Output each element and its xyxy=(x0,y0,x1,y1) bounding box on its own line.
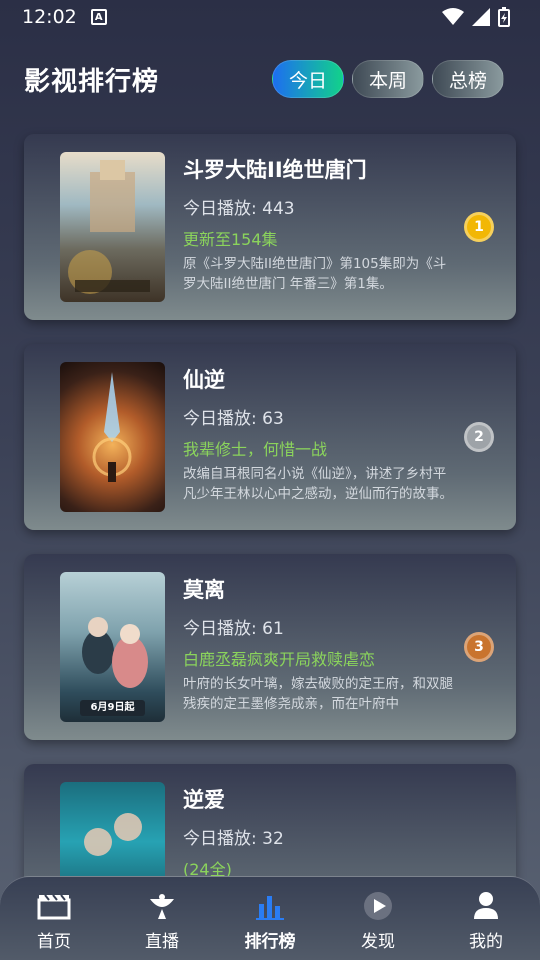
tab-week[interactable]: 本周 xyxy=(352,60,424,98)
rank-badge: 1 xyxy=(464,212,494,242)
play-count: 今日播放: 443 xyxy=(183,199,295,219)
bottom-nav: 首页 直播 排行榜 发现 我的 xyxy=(0,876,540,960)
nav-ranking[interactable]: 排行榜 xyxy=(225,889,315,952)
wifi-icon xyxy=(442,8,464,25)
nav-label: 发现 xyxy=(361,932,395,952)
play-circle-icon xyxy=(362,889,394,923)
rank-badge: 2 xyxy=(464,422,494,452)
ranking-card[interactable]: 仙逆 今日播放: 63 我辈修士，何惜一战 改编自耳根同名小说《仙逆》，讲述了乡… xyxy=(24,344,516,530)
poster-caption: 6月9日起 xyxy=(90,702,135,713)
play-count: 今日播放: 61 xyxy=(183,619,284,639)
person-icon xyxy=(472,889,500,923)
poster-image xyxy=(60,362,165,512)
status-bar: 12:02 A xyxy=(0,0,540,34)
tab-all-time[interactable]: 总榜 xyxy=(432,60,504,98)
status-time: 12:02 xyxy=(22,6,77,28)
header: 影视排行榜 今日 本周 总榜 xyxy=(0,34,540,124)
notification-a-icon: A xyxy=(90,9,107,25)
page-title: 影视排行榜 xyxy=(24,66,160,97)
show-description: 原《斗罗大陆II绝世唐门》第105集即为《斗罗大陆II绝世唐门 年番三》第1集。 xyxy=(183,256,447,292)
signal-icon xyxy=(472,8,490,26)
show-title: 斗罗大陆II绝世唐门 xyxy=(183,158,367,182)
nav-live[interactable]: 直播 xyxy=(117,889,207,952)
update-status: 我辈修士，何惜一战 xyxy=(183,440,328,459)
poster-image xyxy=(60,152,165,302)
nav-home[interactable]: 首页 xyxy=(9,889,99,952)
battery-icon xyxy=(498,7,510,27)
update-status: 更新至154集 xyxy=(183,230,278,249)
satellite-dish-icon xyxy=(146,889,178,923)
nav-discover[interactable]: 发现 xyxy=(333,889,423,952)
show-title: 仙逆 xyxy=(183,368,225,392)
nav-label: 排行榜 xyxy=(244,932,296,952)
nav-label: 我的 xyxy=(469,932,503,952)
ranking-card[interactable]: 斗罗大陆II绝世唐门 今日播放: 443 更新至154集 原《斗罗大陆II绝世唐… xyxy=(24,134,516,320)
bar-chart-icon xyxy=(255,889,285,923)
nav-profile[interactable]: 我的 xyxy=(441,889,531,952)
update-status: 白鹿丞磊疯爽开局救赎虐恋 xyxy=(183,650,376,669)
ranking-tabs: 今日 本周 总榜 xyxy=(272,60,504,98)
rank-badge: 3 xyxy=(464,632,494,662)
nav-label: 直播 xyxy=(145,932,179,952)
poster-image: 6月9日起 xyxy=(60,572,165,722)
show-title: 莫离 xyxy=(183,578,225,602)
show-description: 叶府的长女叶璃，嫁去破败的定王府，和双腿残疾的定王墨修尧成亲，而在叶府中 xyxy=(183,676,453,712)
clapperboard-icon xyxy=(37,889,71,923)
ranking-list: 斗罗大陆II绝世唐门 今日播放: 443 更新至154集 原《斗罗大陆II绝世唐… xyxy=(24,134,516,960)
tab-today[interactable]: 今日 xyxy=(272,60,344,98)
ranking-card[interactable]: 6月9日起 莫离 今日播放: 61 白鹿丞磊疯爽开局救赎虐恋 叶府的长女叶璃，嫁… xyxy=(24,554,516,740)
play-count: 今日播放: 32 xyxy=(183,829,284,849)
show-title: 逆爱 xyxy=(183,788,225,812)
show-description: 改编自耳根同名小说《仙逆》，讲述了乡村平凡少年王林以心中之感动，逆仙而行的故事。 xyxy=(183,466,453,502)
nav-label: 首页 xyxy=(37,932,71,952)
play-count: 今日播放: 63 xyxy=(183,409,284,429)
